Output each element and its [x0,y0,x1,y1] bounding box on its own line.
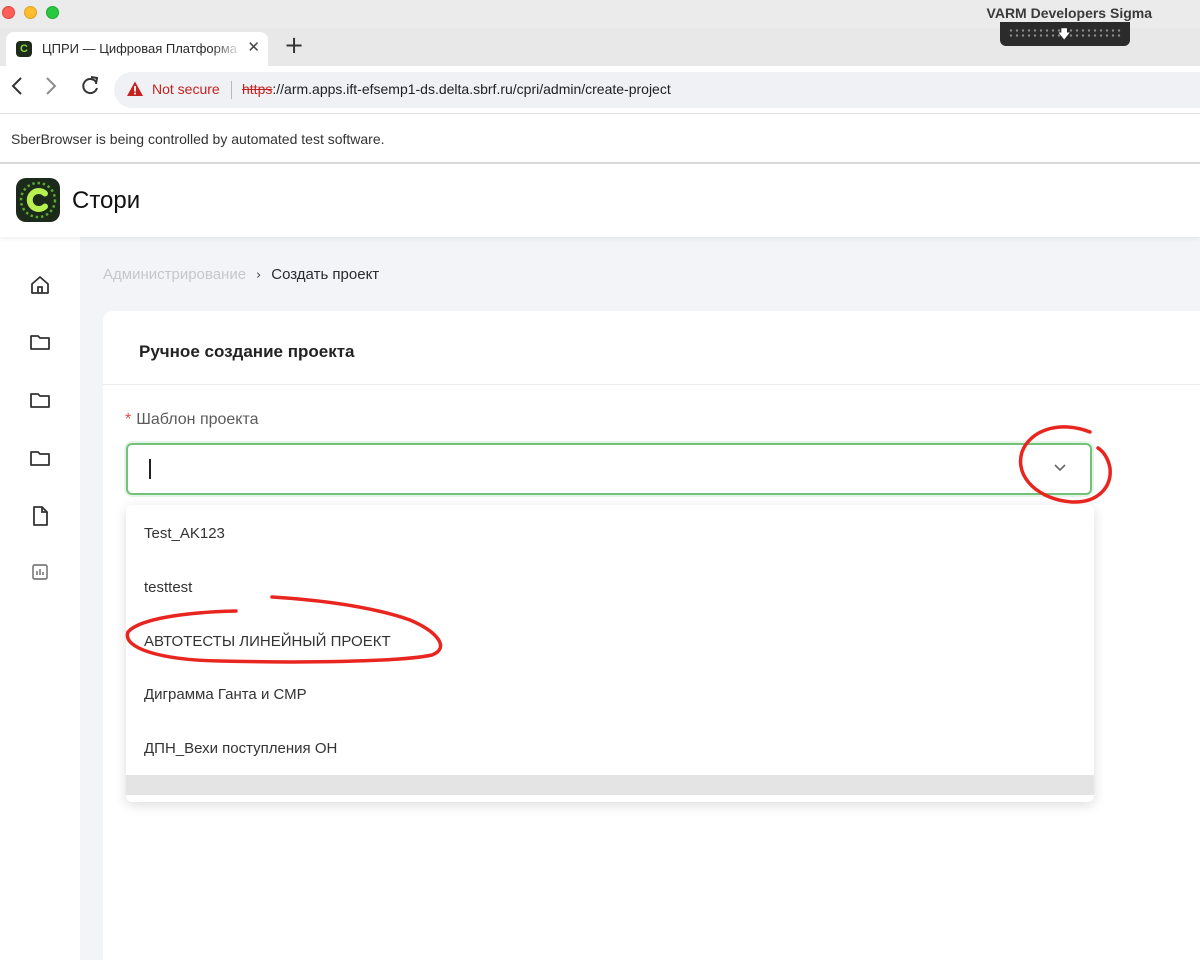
logo-mark [19,181,57,219]
app-name: Стори [72,187,141,214]
omnibox-separator [231,81,232,99]
warning-icon [127,81,143,96]
card-title: Ручное создание проекта [139,342,355,361]
sidebar-item-reports[interactable] [28,560,52,584]
url-path: ://arm.apps.ift-efsemp1-ds.delta.sbrf.ru… [272,81,671,97]
browser-toolbar: Not secure https://arm.apps.ift-efsemp1-… [0,66,1200,114]
favicon-icon: C [16,41,32,57]
sidebar-item-home[interactable] [28,273,52,297]
sidebar-item-folder-1[interactable] [28,330,52,354]
reload-button[interactable] [80,75,100,102]
chevron-right-icon [46,77,57,95]
option-label: Диграмма Ганта и СМР [144,686,307,703]
app-header: Стори [0,165,1200,237]
download-arrow-icon: 🡇 [1058,27,1071,41]
browser-tab[interactable]: C ЦПРИ — Цифровая Платформа ✕ [6,32,268,66]
reload-icon [82,76,99,95]
dropdown-option[interactable]: Test_AK123 [126,506,1094,560]
template-select[interactable] [126,443,1092,495]
option-label: ДПН_Вехи поступления ОН [144,740,338,757]
url-text[interactable]: https://arm.apps.ift-efsemp1-ds.delta.sb… [242,81,671,97]
option-label: АВТОТЕСТЫ ЛИНЕЙНЫЙ ПРОЕКТ [144,633,391,650]
new-tab-button[interactable]: + [284,31,304,59]
breadcrumb-current: Создать проект [271,266,380,283]
document-icon [33,506,48,526]
close-tab-icon[interactable]: ✕ [247,38,260,56]
automation-infobar: SberBrowser is being controlled by autom… [0,114,1200,164]
security-status[interactable]: Not secure [152,81,220,97]
sidebar-item-folder-3[interactable] [28,446,52,470]
close-window-button[interactable] [2,6,15,19]
address-bar[interactable]: Not secure https://arm.apps.ift-efsemp1-… [114,72,1200,108]
app-logo-icon[interactable] [16,178,60,222]
breadcrumb: Администрирование › Создать проект [103,266,379,283]
folder-icon [30,393,50,408]
camera-notch: 🡇 [1000,22,1130,46]
sidebar [0,237,80,960]
text-caret [149,459,151,479]
chevron-down-icon[interactable] [1052,459,1068,475]
folder-icon [30,335,50,350]
folder-icon [30,451,50,466]
chevron-left-icon [11,77,22,95]
required-asterisk: * [125,411,132,428]
infobar-message: SberBrowser is being controlled by autom… [11,131,385,147]
breadcrumb-separator-icon: › [256,268,262,283]
minimize-window-button[interactable] [24,6,37,19]
forward-button[interactable] [44,75,58,103]
dropdown-option[interactable]: testtest [126,560,1094,614]
template-field-label: * Шаблон проекта [125,411,259,429]
back-button[interactable] [10,75,24,103]
option-label: testtest [144,579,193,596]
sidebar-item-folder-2[interactable] [28,388,52,412]
card-divider [103,384,1200,385]
chart-icon [32,564,48,580]
app-title: VARM Developers Sigma [986,5,1152,21]
sidebar-item-document[interactable] [28,504,52,528]
template-dropdown: Test_AK123 testtest АВТОТЕСТЫ ЛИНЕЙНЫЙ П… [126,505,1094,802]
home-icon [31,276,49,294]
dropdown-option[interactable]: АВТОТЕСТЫ ЛИНЕЙНЫЙ ПРОЕКТ [126,614,1094,668]
template-field-label-text: Шаблон проекта [136,411,259,428]
maximize-window-button[interactable] [46,6,59,19]
dropdown-option[interactable]: Диграмма Ганта и СМР [126,667,1094,721]
option-label: Test_AK123 [144,525,225,542]
tab-title: ЦПРИ — Цифровая Платформа [42,41,238,56]
dropdown-option-highlighted[interactable] [126,775,1094,795]
url-scheme: https [242,81,273,97]
breadcrumb-parent-link[interactable]: Администрирование [103,266,246,283]
dropdown-option[interactable]: ДПН_Вехи поступления ОН [126,721,1094,775]
